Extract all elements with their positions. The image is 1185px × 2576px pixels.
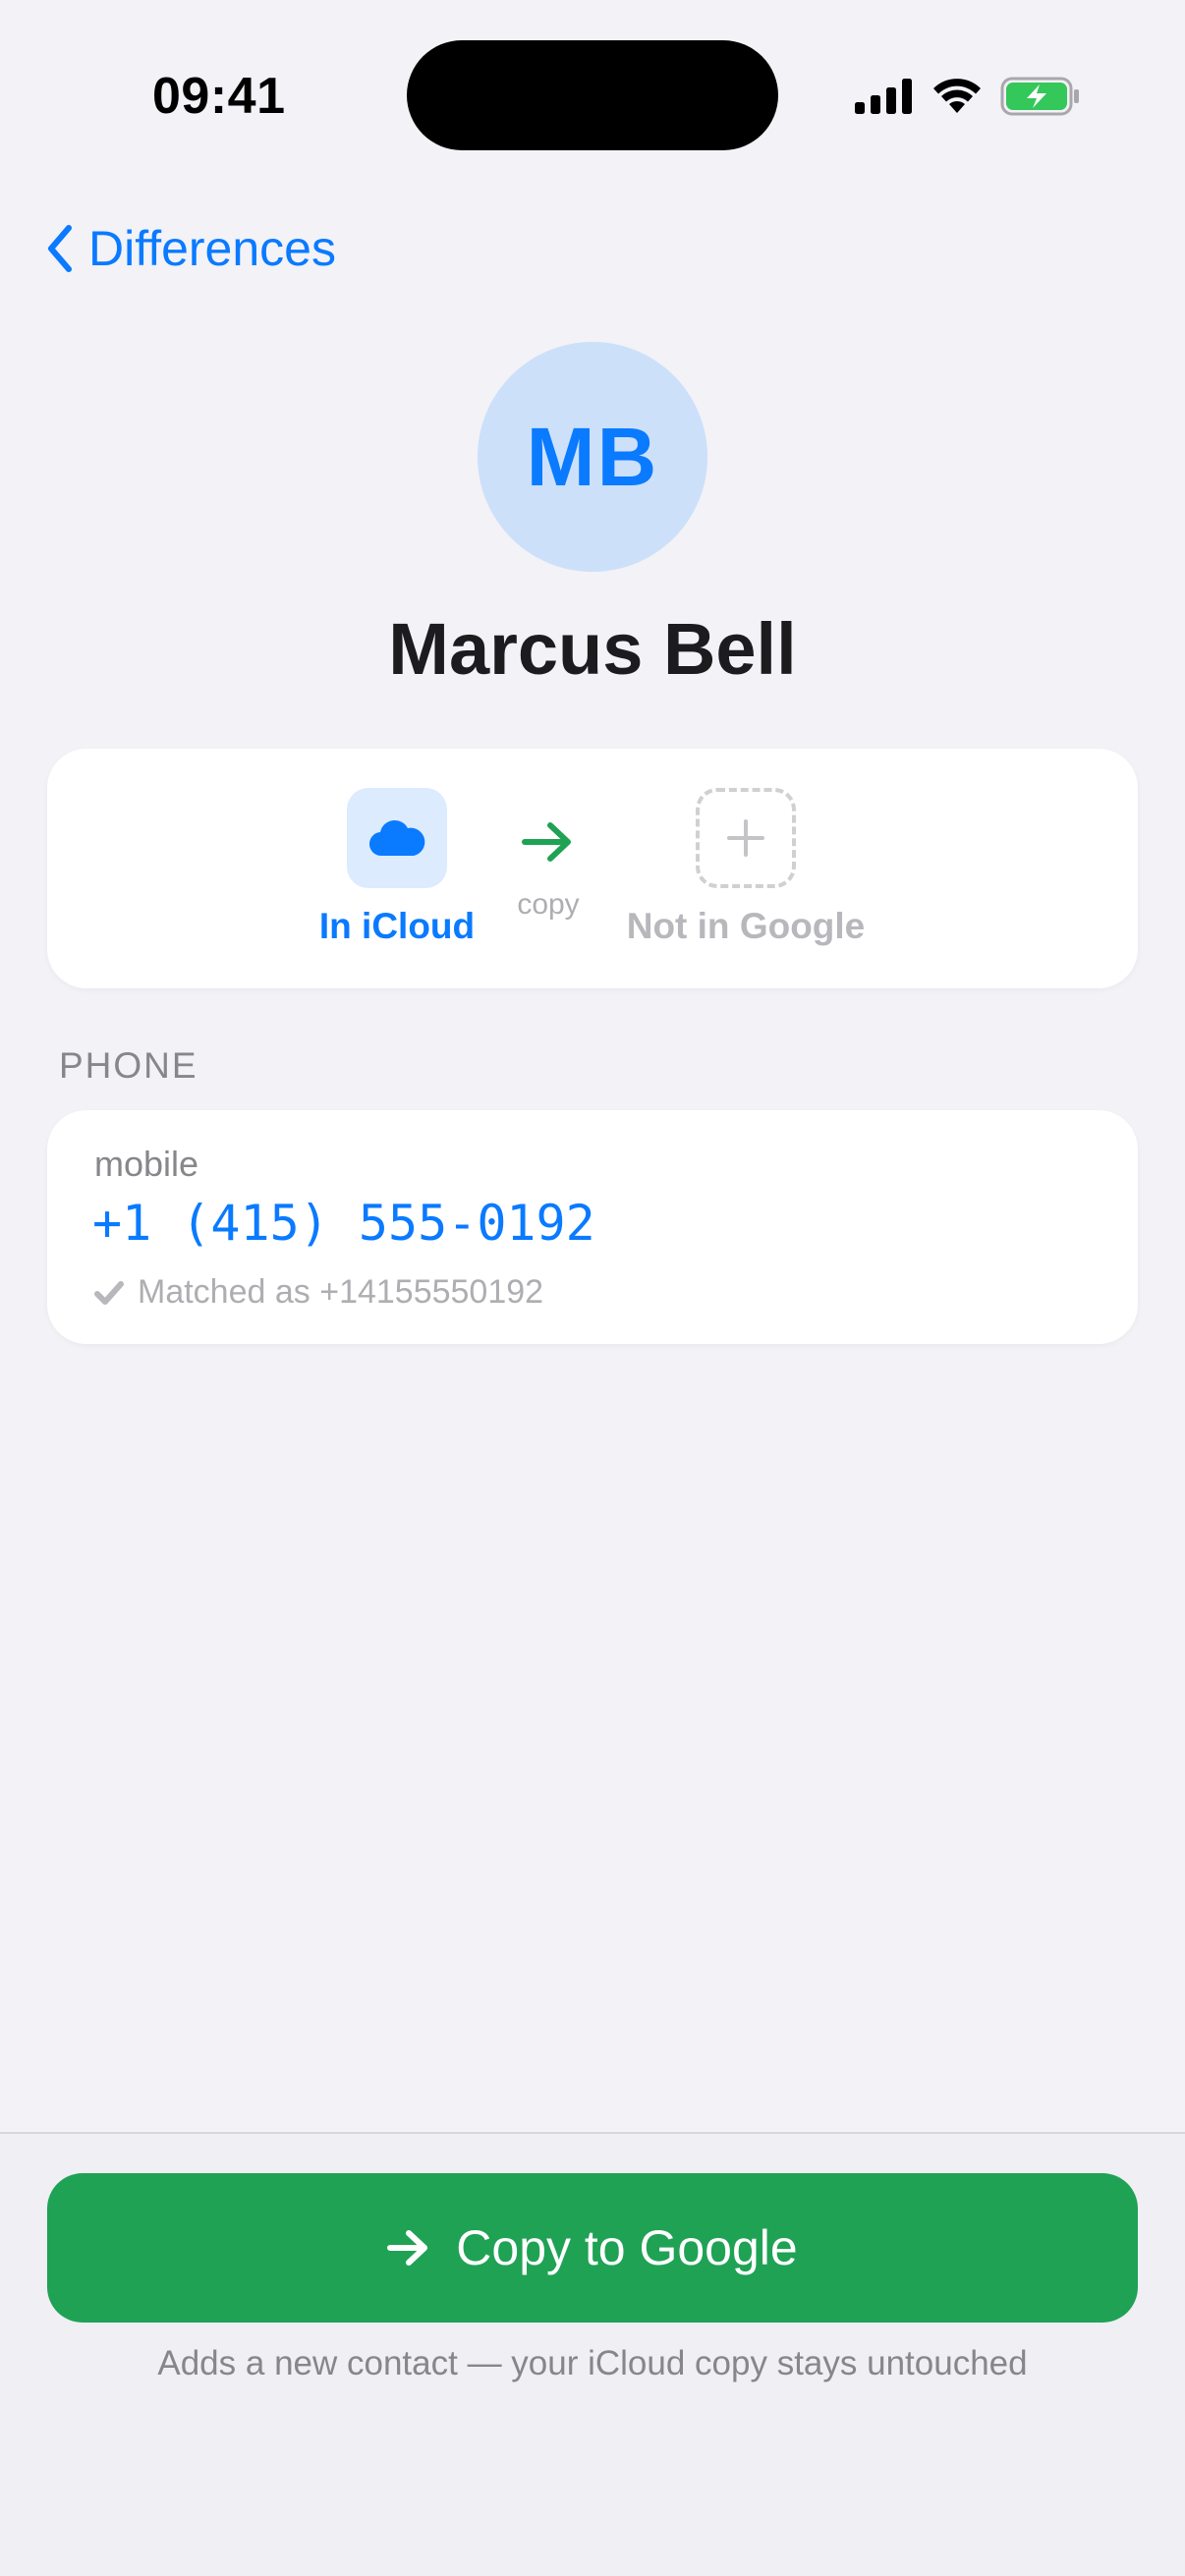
avatar: MB	[478, 342, 707, 572]
status-bar: 09:41	[0, 0, 1185, 187]
action-footnote: Adds a new contact — your iCloud copy st…	[157, 2344, 1028, 2382]
checkmark-icon	[94, 1280, 124, 1305]
section-header-phone: PHONE	[59, 1045, 198, 1086]
status-icons	[855, 73, 1081, 120]
destination-tile	[696, 788, 796, 888]
cloud-icon	[368, 819, 425, 857]
copy-to-google-label: Copy to Google	[456, 2220, 798, 2275]
chevron-left-icon	[48, 225, 72, 272]
phone-type-label: mobile	[94, 1144, 199, 1184]
phone-entry-card: mobile +1 (415) 555-0192 Matched as +141…	[47, 1110, 1138, 1344]
dynamic-island	[407, 40, 778, 150]
arrow-right-icon	[522, 822, 571, 862]
source-tile	[347, 788, 447, 888]
back-button[interactable]: Differences	[45, 216, 336, 281]
action-label: copy	[517, 888, 580, 921]
phone-number[interactable]: +1 (415) 555-0192	[92, 1195, 595, 1252]
match-status: Matched as +14155550192	[94, 1273, 543, 1312]
arrow-right-icon	[387, 2230, 428, 2266]
contact-name: Marcus Bell	[388, 608, 797, 690]
match-text: Matched as +14155550192	[138, 1273, 544, 1311]
signal-icon	[855, 79, 912, 114]
destination-label: Not in Google	[626, 906, 866, 946]
battery-charging-icon	[1000, 77, 1079, 116]
status-time: 09:41	[152, 68, 286, 125]
wifi-icon	[933, 79, 981, 113]
source-label: In iCloud	[318, 906, 476, 946]
sync-status-card: copy In iCloud Not in Google	[47, 749, 1138, 988]
copy-to-google-button[interactable]: Copy to Google	[47, 2173, 1138, 2323]
plus-icon	[727, 819, 764, 857]
back-label: Differences	[88, 221, 336, 276]
contact-diff-screen: 09:41 Differences MB Marcus Bell copy In…	[0, 0, 1185, 2576]
avatar-initials: MB	[526, 410, 659, 503]
